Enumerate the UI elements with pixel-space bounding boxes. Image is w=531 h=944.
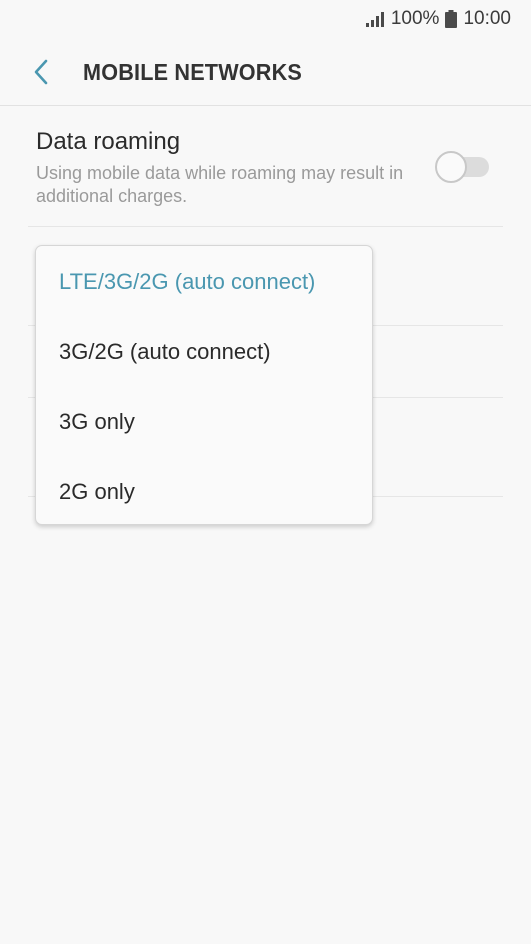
network-mode-dropdown: LTE/3G/2G (auto connect) 3G/2G (auto con… [35,245,373,525]
back-button[interactable] [19,50,63,94]
signal-icon [365,12,384,27]
battery-icon [445,10,458,28]
network-mode-option-3g-2g[interactable]: 3G/2G (auto connect) [36,317,372,387]
data-roaming-toggle[interactable] [435,151,491,183]
network-mode-option-3g-only[interactable]: 3G only [36,387,372,457]
row-divider [28,226,503,227]
data-roaming-title: Data roaming [36,128,181,155]
data-roaming-setting[interactable]: Data roaming Using mobile data while roa… [28,118,503,226]
toggle-thumb [435,151,467,183]
clock: 10:00 [463,8,511,29]
network-mode-option-2g-only[interactable]: 2G only [36,457,372,527]
mobile-networks-screen: 100% 10:00 MOBILE NETWORKS Data roaming … [0,0,531,944]
back-arrow-icon [34,59,48,85]
network-mode-option-lte-3g-2g[interactable]: LTE/3G/2G (auto connect) [36,247,372,317]
status-bar: 100% 10:00 [0,0,531,38]
battery-percentage: 100% [390,8,440,29]
page-title: MOBILE NETWORKS [83,58,303,85]
app-bar: MOBILE NETWORKS [0,38,531,106]
data-roaming-summary: Using mobile data while roaming may resu… [36,163,404,206]
app-bar-divider [0,105,531,106]
